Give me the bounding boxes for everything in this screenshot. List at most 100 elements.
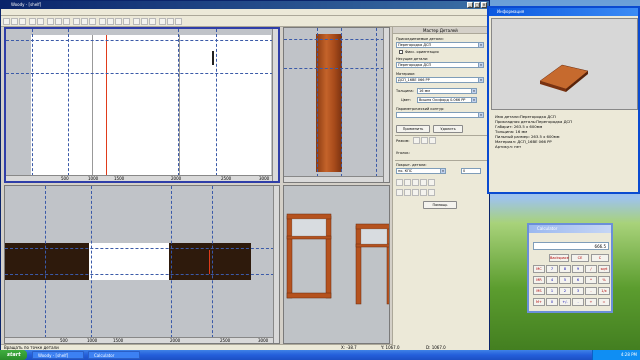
delete-button[interactable]: Удалить: [433, 125, 463, 133]
calc-key[interactable]: M+: [533, 298, 545, 306]
tool-icon-8[interactable]: [412, 189, 419, 196]
task-calculator[interactable]: Calculator: [88, 351, 140, 359]
viewport-side[interactable]: [283, 27, 390, 183]
taskbar: start Woody - [shelf] Calculator 4:28 PM: [0, 350, 640, 360]
viewport-front[interactable]: 500 1000 1500 2000 2500 3000: [4, 27, 280, 183]
measure-icon[interactable]: [133, 18, 140, 25]
color-select[interactable]: Вишня Оксфорд 0.066 РР ▾: [417, 97, 477, 103]
zoom-in-icon[interactable]: [73, 18, 80, 25]
tool-icon-2[interactable]: [404, 179, 411, 186]
open-icon[interactable]: [11, 18, 18, 25]
report-icon[interactable]: [175, 18, 182, 25]
viewport-3d[interactable]: [283, 185, 390, 344]
calc-key[interactable]: +/-: [559, 298, 571, 306]
ruler-tick: 1500: [114, 176, 125, 181]
save-icon[interactable]: [19, 18, 26, 25]
calc-key[interactable]: 5: [559, 276, 571, 284]
calc-key[interactable]: *: [585, 276, 597, 284]
calc-key[interactable]: 3: [572, 287, 584, 295]
calc-key[interactable]: 6: [572, 276, 584, 284]
redo-icon[interactable]: [37, 18, 44, 25]
calc-key[interactable]: MS: [533, 287, 545, 295]
panel-icon[interactable]: [99, 18, 106, 25]
app-title-bar[interactable]: Woody - [shelf] _ □ ×: [1, 1, 489, 9]
mode-icon-2[interactable]: [421, 137, 428, 144]
select-icon[interactable]: [47, 18, 54, 25]
panel-selected: [316, 34, 342, 172]
edge-number[interactable]: 0: [461, 168, 481, 174]
render-icon[interactable]: [141, 18, 148, 25]
calc-key[interactable]: 1: [546, 287, 558, 295]
maximize-button[interactable]: □: [474, 2, 480, 8]
info-title-bar[interactable]: Информация: [489, 8, 638, 16]
move-icon[interactable]: [55, 18, 62, 25]
calc-key[interactable]: %: [598, 276, 610, 284]
help-button[interactable]: Помощь: [423, 201, 457, 209]
calc-key[interactable]: 8: [559, 265, 571, 273]
zoom-out-icon[interactable]: [81, 18, 88, 25]
calc-key[interactable]: =: [598, 298, 610, 306]
clock: 4:28 PM: [620, 352, 637, 357]
material-icon[interactable]: [167, 18, 174, 25]
minimize-button[interactable]: _: [467, 2, 473, 8]
calc-key[interactable]: .: [572, 298, 584, 306]
calc-backspace[interactable]: Backspace: [549, 254, 569, 262]
toolbar: [1, 16, 489, 27]
mode-icon-1[interactable]: [413, 137, 420, 144]
ruler-tick: 500: [61, 176, 69, 181]
calc-title-bar[interactable]: Calculator: [529, 225, 611, 233]
ruler-tick: 1500: [113, 338, 124, 343]
ruler-tick: 500: [60, 338, 68, 343]
thickness-label: Толщина:: [396, 89, 414, 93]
new-icon[interactable]: [3, 18, 10, 25]
edge-label: Покрыт. детали:: [396, 163, 427, 167]
rotate-icon[interactable]: [63, 18, 70, 25]
tool-icon-1[interactable]: [396, 179, 403, 186]
wireframe-icon[interactable]: [149, 18, 156, 25]
calc-key[interactable]: 7: [546, 265, 558, 273]
mode-icon-3[interactable]: [429, 137, 436, 144]
apply-button[interactable]: Применить: [396, 125, 430, 133]
calc-key[interactable]: 1/x: [598, 287, 610, 295]
edge-select[interactable]: по. КПС ▾: [396, 168, 446, 174]
attach-select[interactable]: Перегородка ДСП ▾: [396, 42, 484, 48]
calc-key[interactable]: /: [585, 265, 597, 273]
tool-icon-9[interactable]: [420, 189, 427, 196]
tool-icon-10[interactable]: [428, 189, 435, 196]
contour-select[interactable]: ▾: [396, 112, 484, 118]
door-icon[interactable]: [115, 18, 122, 25]
drawer-icon[interactable]: [123, 18, 130, 25]
material-select[interactable]: ДСП_16ВЕ 066 РР ▾: [396, 77, 484, 83]
panel-preview-render: [539, 64, 589, 92]
tool-icon-6[interactable]: [396, 189, 403, 196]
tool-icon-4[interactable]: [420, 179, 427, 186]
fix-checkbox[interactable]: [399, 50, 403, 54]
app-title: Woody - [shelf]: [11, 2, 42, 7]
calc-ce[interactable]: CE: [571, 254, 589, 262]
calc-key[interactable]: +: [585, 298, 597, 306]
info-preview: [491, 18, 638, 110]
layers-icon[interactable]: [159, 18, 166, 25]
calc-key[interactable]: 0: [546, 298, 558, 306]
calc-key[interactable]: MC: [533, 265, 545, 273]
undo-icon[interactable]: [29, 18, 36, 25]
calc-key[interactable]: sqrt: [598, 265, 610, 273]
viewport-top[interactable]: 500 1000 1500 2000 2500 3000: [4, 185, 280, 344]
calc-key[interactable]: 4: [546, 276, 558, 284]
tool-icon-7[interactable]: [404, 189, 411, 196]
shelf-icon[interactable]: [107, 18, 114, 25]
calc-c[interactable]: C: [591, 254, 609, 262]
tool-icon-5[interactable]: [428, 179, 435, 186]
zoom-fit-icon[interactable]: [89, 18, 96, 25]
calc-key[interactable]: MR: [533, 276, 545, 284]
task-woody[interactable]: Woody - [shelf]: [32, 351, 84, 359]
tool-icon-3[interactable]: [412, 179, 419, 186]
attach-label: Присоединяемые детали:: [396, 37, 444, 41]
base-select[interactable]: Перегородка ДСП ▾: [396, 62, 484, 68]
start-button[interactable]: start: [0, 350, 27, 360]
start-label: start: [7, 352, 21, 358]
calc-key[interactable]: 2: [559, 287, 571, 295]
calc-key[interactable]: 9: [572, 265, 584, 273]
calc-key[interactable]: -: [585, 287, 597, 295]
thickness-select[interactable]: 16 мм ▾: [417, 88, 477, 94]
